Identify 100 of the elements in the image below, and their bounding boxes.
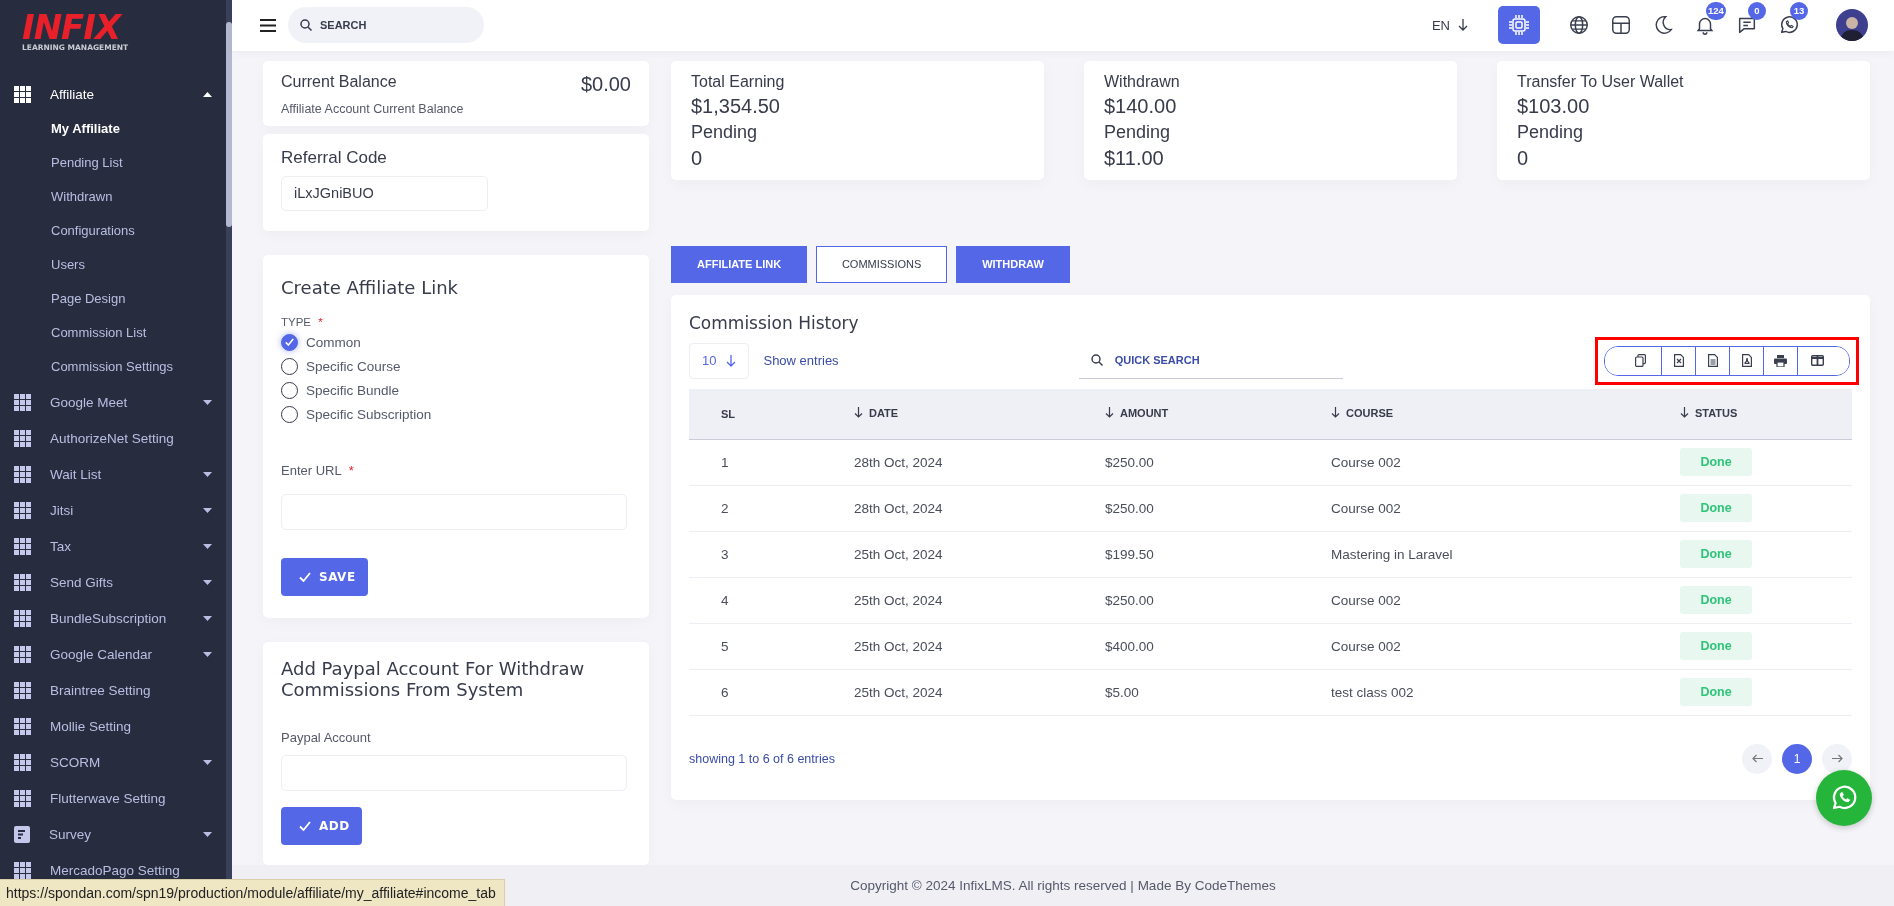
ai-button[interactable] [1498,6,1540,45]
next-page-button[interactable] [1822,743,1852,774]
sidebar-item[interactable]: Jitsi [0,492,226,528]
column-header[interactable]: DATE [854,406,899,419]
printer-icon [1774,354,1787,367]
chip-icon [1507,13,1531,38]
save-button[interactable]: SAVE [281,557,368,596]
table-cell: $199.50 [1105,546,1154,562]
sidebar-item[interactable]: Affiliate [0,76,226,112]
grid-icon [14,753,31,771]
language-selector[interactable]: EN [1431,17,1468,33]
table-cell: $250.00 [1105,592,1154,608]
tab[interactable]: AFFILIATE LINK [671,245,808,283]
grid-icon [14,537,31,555]
quick-search-field[interactable]: QUICK SEARCH [1114,345,1335,375]
table-cell: 4 [721,592,729,608]
status-badge: Done [1680,448,1752,476]
grid-icon [14,861,31,879]
card-title: Current Balance [281,72,398,92]
table-cell: 6 [721,684,729,700]
sidebar-item[interactable]: Wait List [0,456,226,492]
table-cell: 3 [721,546,729,562]
add-button[interactable]: ADD [281,806,362,845]
table-cell: 25th Oct, 2024 [854,684,943,700]
sort-arrow-icon [1105,407,1114,419]
arrow-right-icon [1831,754,1843,763]
card-title: Total Earning [691,72,786,91]
sidebar-item[interactable]: Google Calendar [0,636,226,672]
sidebar-item[interactable]: Send Gifts [0,564,226,600]
previous-page-button[interactable] [1742,743,1772,774]
sidebar-item[interactable]: Tax [0,528,226,564]
sidebar-item[interactable]: BundleSubscription [0,600,226,636]
table-cell: 25th Oct, 2024 [854,546,943,562]
table-cell: test class 002 [1331,684,1414,700]
column-header[interactable]: AMOUNT [1105,406,1169,419]
globe-icon [1568,14,1590,37]
pdf-file-icon [1741,354,1752,367]
amount: $0.00 [580,72,631,96]
tab[interactable]: WITHDRAW [956,245,1070,283]
column-header[interactable]: STATUS [1680,406,1738,419]
columns-icon [1811,355,1824,366]
submenu-item[interactable]: Withdrawn [0,180,113,214]
radio-option[interactable]: Common [281,333,361,351]
grid-icon [14,573,31,591]
whatsapp-chat-button[interactable] [1816,770,1872,826]
search-field[interactable]: SEARCH [288,7,484,44]
sidebar-item[interactable]: Survey [0,816,226,852]
card-title: Withdrawn [1104,72,1181,91]
column-header[interactable]: SL [721,407,736,420]
radio-option[interactable]: Specific Course [281,357,401,375]
card-subtitle: Affiliate Account Current Balance [281,101,465,116]
text-file-icon [1707,354,1718,367]
column-header[interactable]: COURSE [1331,406,1394,419]
count-badge: 13 [1790,2,1808,21]
sort-arrow-icon [1331,407,1340,419]
search-icon [1090,354,1103,366]
amount: $103.00 [1517,94,1591,118]
sidebar-item[interactable]: Flutterwave Setting [0,780,226,816]
arrow-down-icon [1458,19,1468,32]
columns-button[interactable] [1797,346,1849,375]
entries-summary: showing 1 to 6 of 6 entries [689,751,835,766]
submenu-item[interactable]: My Affiliate [0,112,120,146]
search-input[interactable]: SEARCH [320,10,470,41]
pending-amount: 0 [1517,146,1530,170]
submenu-item[interactable]: Commission List [0,316,147,350]
table-cell: $250.00 [1105,454,1154,470]
logo-brand: INFIX [22,12,121,42]
page-size-select[interactable]: 10 [689,342,750,379]
check-icon [299,820,311,831]
page-button[interactable]: 1 [1782,743,1812,774]
layout-icon [1610,14,1632,37]
radio-button[interactable] [281,333,298,351]
sidebar-item[interactable]: Mollie Setting [0,708,226,744]
check-icon [299,571,311,582]
submenu-item[interactable]: Users [0,248,85,282]
menu-icon[interactable] [260,18,276,32]
sidebar-item[interactable]: AuthorizeNet Setting [0,420,226,456]
avatar[interactable] [1836,9,1868,42]
submenu-item[interactable]: Pending List [0,146,123,180]
submenu-item[interactable]: Configurations [0,214,135,248]
submenu-item[interactable]: Commission Settings [0,350,174,384]
amount: $140.00 [1104,94,1178,118]
scrollbar-thumb[interactable] [226,22,232,227]
radio-option[interactable]: Specific Subscription [281,405,432,423]
table-cell: Course 002 [1331,592,1401,608]
count-badge: 0 [1748,2,1766,21]
pending-label: Pending [691,121,759,143]
sidebar-item[interactable]: Google Meet [0,384,226,420]
grid-icon [14,609,31,627]
table-cell: 2 [721,500,729,516]
sidebar-item[interactable]: SCORM [0,744,226,780]
sidebar-item[interactable]: Braintree Setting [0,672,226,708]
table-cell: Course 002 [1331,638,1401,654]
card-title: Create Affiliate Link [281,276,459,298]
tab[interactable]: COMMISSIONS [816,245,948,283]
table-cell: Course 002 [1331,500,1401,516]
radio-option[interactable]: Specific Bundle [281,381,400,399]
show-entries-label: Show entries [763,353,839,368]
submenu-item[interactable]: Page Design [0,282,126,316]
referral-code-field[interactable]: iLxJGniBUO [281,175,488,211]
